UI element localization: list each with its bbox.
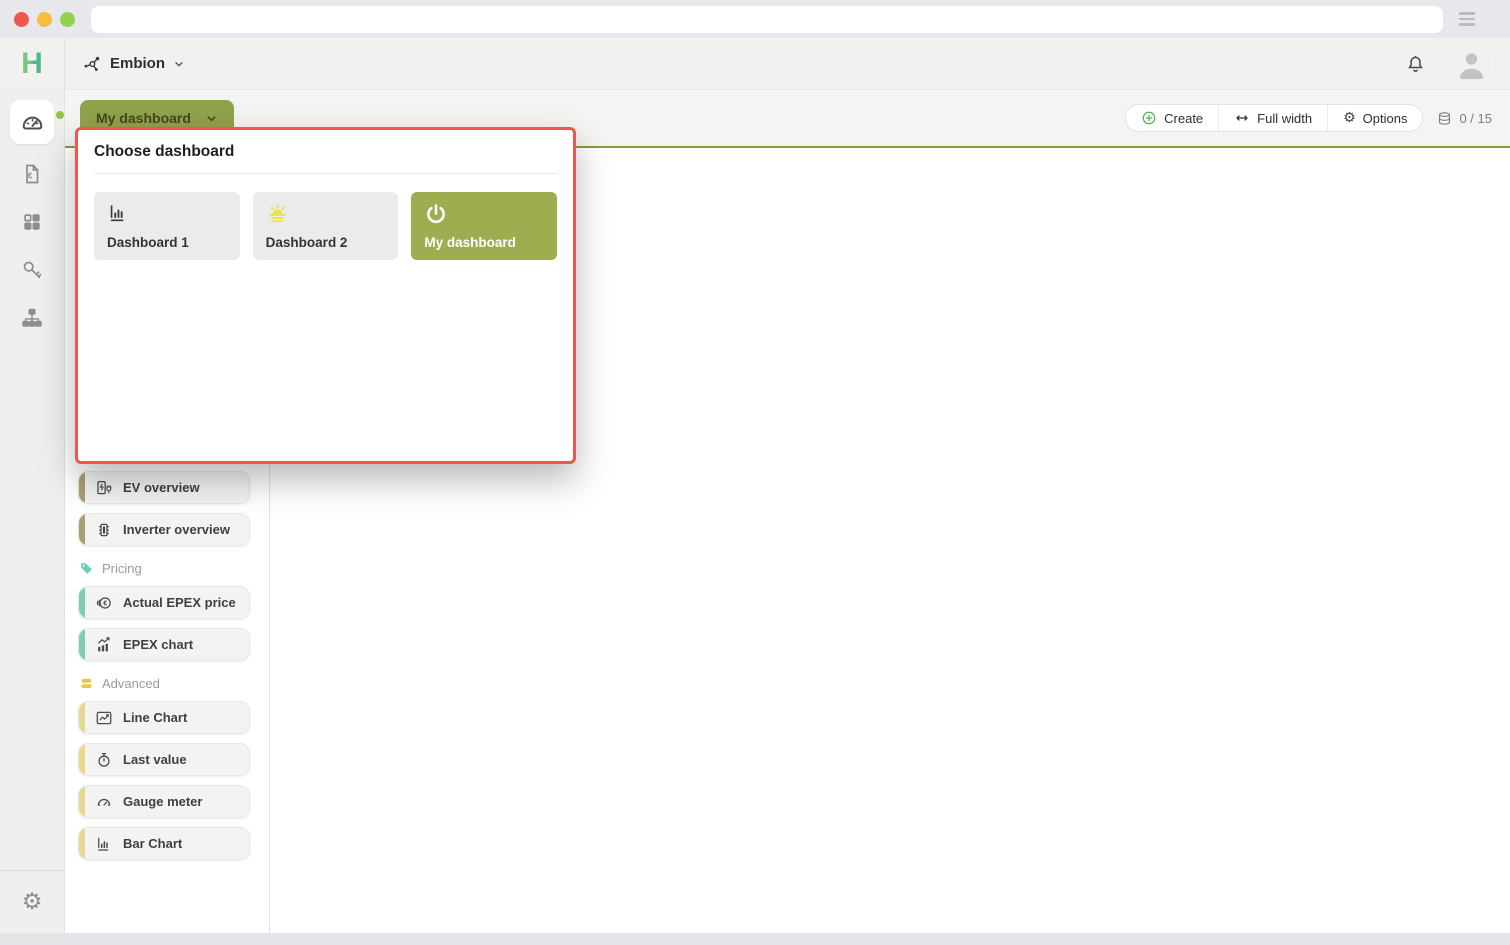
widget-label: Last value <box>123 752 187 767</box>
modal-title: Choose dashboard <box>94 143 557 161</box>
widget-item-ev-overview[interactable]: EV overview <box>78 471 250 504</box>
widget-item-actual-epex-price[interactable]: € Actual EPEX price <box>78 586 250 619</box>
dashboard-card-label: Dashboard 2 <box>266 235 386 250</box>
key-icon <box>20 258 44 282</box>
widget-item-inverter-overview[interactable]: Inverter overview <box>78 513 250 546</box>
widget-label: Bar Chart <box>123 836 182 851</box>
create-button[interactable]: Create <box>1126 105 1219 131</box>
maximize-window-button[interactable] <box>60 12 75 27</box>
inverter-chip-icon <box>95 521 113 539</box>
plus-circle-icon <box>1141 110 1157 126</box>
widget-label: Gauge meter <box>123 794 202 809</box>
close-window-button[interactable] <box>14 12 29 27</box>
layers-stack-icon <box>1436 110 1453 127</box>
widget-label: EV overview <box>123 480 200 495</box>
invoice-icon: € <box>20 162 44 186</box>
widget-label: Inverter overview <box>123 522 230 537</box>
widget-item-line-chart[interactable]: Line Chart <box>78 701 250 734</box>
ev-charger-icon <box>95 479 113 497</box>
create-label: Create <box>1164 111 1203 126</box>
app-window: H Embion <box>0 0 1510 945</box>
section-label-pricing: Pricing <box>79 561 269 576</box>
options-button[interactable]: ⚙ Options <box>1328 105 1422 131</box>
widget-label: Line Chart <box>123 710 187 725</box>
widget-item-bar-chart[interactable]: Bar Chart <box>78 827 250 860</box>
euro-coin-icon: € <box>95 594 113 612</box>
dashboard-card-my-dashboard[interactable]: My dashboard <box>411 192 557 260</box>
gauge-icon <box>95 793 113 811</box>
full-width-button[interactable]: Full width <box>1219 105 1328 131</box>
line-chart-icon <box>95 709 113 727</box>
gear-icon: ⚙ <box>1343 111 1356 125</box>
accent-bar <box>79 586 85 619</box>
svg-text:€: € <box>28 172 33 181</box>
organization-name: Embion <box>110 55 165 72</box>
browser-titlebar <box>0 0 1510 38</box>
price-chart-icon <box>95 636 113 654</box>
organization-selector[interactable]: Embion <box>65 38 185 89</box>
widgets-grid-icon <box>21 211 43 233</box>
app-logo[interactable]: H <box>0 38 65 89</box>
dashboard-card-label: Dashboard 1 <box>107 235 227 250</box>
full-width-label: Full width <box>1257 111 1312 126</box>
options-label: Options <box>1363 111 1408 126</box>
sidebar-item-widgets[interactable] <box>0 198 64 246</box>
bar-chart-icon <box>95 835 113 853</box>
power-icon <box>424 202 544 226</box>
browser-menu-icon[interactable] <box>1459 12 1475 26</box>
sidebar-item-settings[interactable]: ⚙ <box>22 871 43 933</box>
icon-sidebar: € <box>0 90 65 933</box>
widget-label: EPEX chart <box>123 637 193 652</box>
toolbar-button-group: Create Full width ⚙ Options <box>1125 104 1423 132</box>
notifications-bell-icon[interactable] <box>1404 52 1427 75</box>
section-label-text: Pricing <box>102 561 142 576</box>
section-label-advanced: Advanced <box>79 676 269 691</box>
dashboard-card-label: My dashboard <box>424 235 544 250</box>
dashboard-selector-label: My dashboard <box>96 110 191 126</box>
bar-chart-icon <box>107 202 227 224</box>
minimize-window-button[interactable] <box>37 12 52 27</box>
modal-divider <box>94 173 557 174</box>
accent-bar <box>79 628 85 661</box>
window-controls <box>14 12 75 27</box>
molecule-icon <box>82 54 102 74</box>
sidebar-item-hierarchy[interactable] <box>0 294 64 342</box>
chevron-down-icon <box>173 58 185 70</box>
sidebar-item-invoices[interactable]: € <box>0 150 64 198</box>
chevron-down-icon <box>205 112 218 125</box>
svg-text:€: € <box>103 599 107 607</box>
widget-item-gauge-meter[interactable]: Gauge meter <box>78 785 250 818</box>
accent-bar <box>79 471 85 504</box>
gear-icon: ⚙ <box>22 891 43 914</box>
layers-icon <box>79 676 94 691</box>
section-label-text: Advanced <box>102 676 160 691</box>
active-indicator-dot <box>56 111 64 119</box>
dashboard-gauge-icon <box>19 109 46 136</box>
stopwatch-icon <box>95 751 113 769</box>
accent-bar <box>79 827 85 860</box>
widget-counter: 0 / 15 <box>1436 110 1492 127</box>
user-avatar[interactable] <box>1453 45 1490 82</box>
dashboard-card-2[interactable]: Dashboard 2 <box>253 192 399 260</box>
sidebar-item-access-keys[interactable] <box>0 246 64 294</box>
accent-bar <box>79 743 85 776</box>
widget-label: Actual EPEX price <box>123 595 236 610</box>
accent-bar <box>79 785 85 818</box>
widget-count-value: 0 / 15 <box>1459 111 1492 126</box>
address-bar[interactable] <box>91 6 1443 33</box>
tag-icon <box>79 561 94 576</box>
app-header: H Embion <box>0 38 1510 90</box>
bottom-strip <box>0 933 1510 945</box>
accent-bar <box>79 513 85 546</box>
sitemap-icon <box>20 306 44 330</box>
sunrise-icon <box>266 202 386 225</box>
widget-item-last-value[interactable]: Last value <box>78 743 250 776</box>
dashboard-card-1[interactable]: Dashboard 1 <box>94 192 240 260</box>
accent-bar <box>79 701 85 734</box>
logo-letter: H <box>21 49 43 79</box>
choose-dashboard-modal: Choose dashboard Dashboard 1 <box>75 127 576 464</box>
widget-item-epex-chart[interactable]: EPEX chart <box>78 628 250 661</box>
sidebar-item-dashboards[interactable] <box>10 100 54 144</box>
arrows-horizontal-icon <box>1234 110 1250 126</box>
